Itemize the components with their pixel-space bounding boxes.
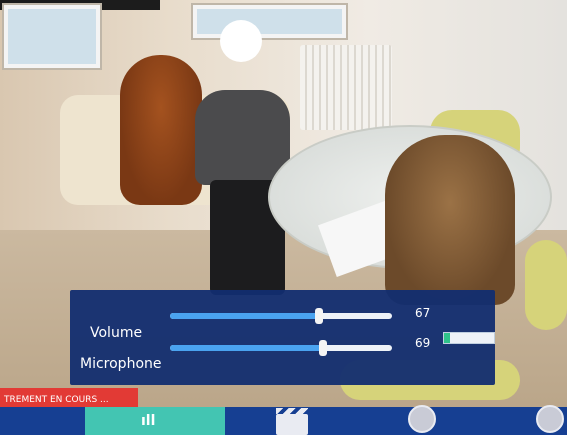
microphone-label: Microphone — [80, 356, 162, 372]
green-chair-right — [525, 240, 567, 330]
window-top — [193, 5, 346, 38]
woman-back — [385, 135, 515, 305]
window-left — [4, 5, 100, 68]
volume-label: Volume — [90, 325, 143, 341]
volume-slider[interactable] — [170, 308, 392, 324]
volume-slider-fill — [170, 313, 319, 319]
person-torso — [195, 90, 290, 185]
tab-audio[interactable]: ıll — [85, 407, 225, 435]
audio-settings-panel: Volume 67 Microphone 69 — [70, 290, 495, 385]
volume-value: 67 — [415, 306, 431, 320]
microphone-slider-fill — [170, 345, 324, 351]
blurred-face — [220, 20, 262, 62]
radiator — [300, 45, 392, 130]
clapperboard-icon[interactable] — [276, 408, 308, 435]
microphone-level-meter — [443, 332, 495, 344]
microphone-level-fill — [444, 333, 450, 343]
disc-icon[interactable] — [408, 405, 436, 433]
microphone-slider-handle[interactable] — [319, 340, 328, 356]
tab-audio-label: ıll — [141, 413, 156, 429]
disc-icon[interactable] — [536, 405, 564, 433]
volume-slider-handle[interactable] — [314, 308, 323, 324]
microphone-slider[interactable] — [170, 340, 392, 356]
microphone-value: 69 — [415, 336, 431, 350]
